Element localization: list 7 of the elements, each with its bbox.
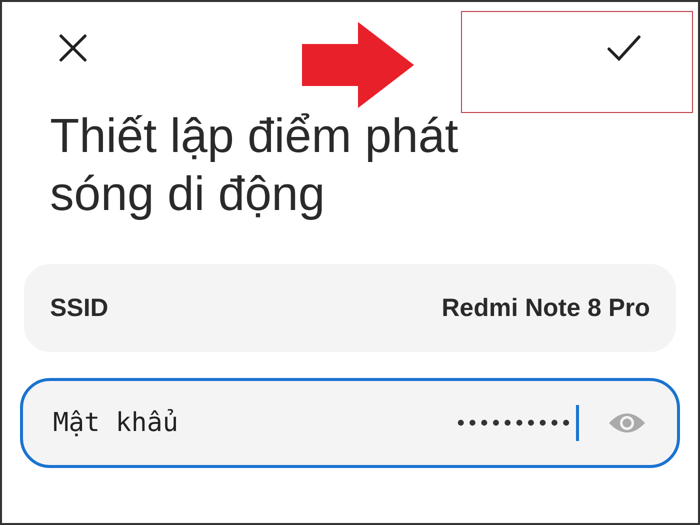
ssid-label: SSID (50, 294, 108, 322)
ssid-value: Redmi Note 8 Pro (442, 294, 650, 322)
page-title: Thiết lập điểm phát sóng di động (50, 109, 460, 223)
password-value: •••••••••• (456, 410, 574, 436)
password-field[interactable]: Mật khẩu •••••••••• (20, 378, 680, 468)
password-label: Mật khẩu (53, 408, 180, 438)
ssid-row[interactable]: SSID Redmi Note 8 Pro (24, 264, 676, 352)
